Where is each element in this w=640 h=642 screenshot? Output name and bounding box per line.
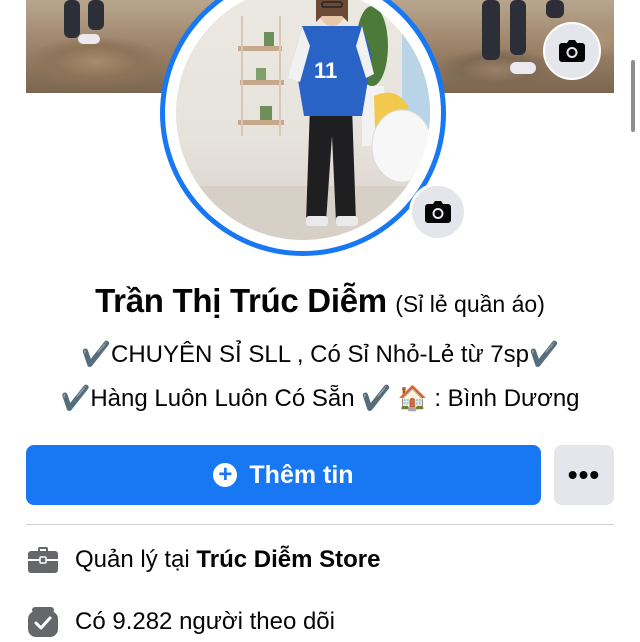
profile-name-line: Trần Thị Trúc Diễm (Sỉ lẻ quần áo) <box>0 282 640 320</box>
add-info-button[interactable]: + Thêm tin <box>26 445 541 505</box>
profile-picture[interactable]: 11 <box>160 0 446 256</box>
followers-check-icon <box>26 605 60 639</box>
plus-circle-icon: + <box>213 463 238 487</box>
divider <box>26 524 614 525</box>
profile-bio-line-2: ✔️Hàng Luôn Luôn Có Sẵn ✔️ 🏠 : Bình Dươn… <box>60 385 580 412</box>
cover-camera-button[interactable] <box>543 22 601 80</box>
briefcase-icon <box>26 543 60 577</box>
camera-icon <box>425 201 451 223</box>
jersey-number: 11 <box>314 58 337 83</box>
managed-page-row[interactable]: Quản lý tại Trúc Diễm Store <box>26 540 380 580</box>
managed-page-link[interactable]: Trúc Diễm Store <box>196 546 380 574</box>
profile-bio-line-1: ✔️CHUYÊN SỈ SLL , Có Sỉ Nhỏ-Lẻ từ 7sp✔️ <box>81 341 559 368</box>
avatar-camera-button[interactable] <box>409 183 467 241</box>
profile-photo: 11 <box>176 0 430 240</box>
cover-figure <box>64 0 80 38</box>
cover-figure <box>510 62 536 74</box>
cover-figure <box>78 34 100 44</box>
cover-figure <box>546 0 564 18</box>
profile-alternate-name: (Sỉ lẻ quần áo) <box>395 291 545 317</box>
followers-text: Có 9.282 người theo dõi <box>75 608 335 635</box>
profile-name: Trần Thị Trúc Diễm <box>95 282 387 319</box>
followers-row[interactable]: Có 9.282 người theo dõi <box>26 602 335 642</box>
more-options-button[interactable]: ••• <box>554 445 614 505</box>
profile-picture-border: 11 <box>165 0 441 251</box>
cover-figure <box>482 0 500 60</box>
scrollbar[interactable] <box>631 60 635 132</box>
cover-figure <box>88 0 104 30</box>
managed-page-prefix: Quản lý tại <box>75 546 197 573</box>
camera-icon <box>559 40 585 62</box>
profile-photo-illustration: 11 <box>176 0 430 240</box>
cover-figure <box>510 0 526 55</box>
more-icon: ••• <box>567 459 601 490</box>
add-info-label: Thêm tin <box>249 460 354 489</box>
